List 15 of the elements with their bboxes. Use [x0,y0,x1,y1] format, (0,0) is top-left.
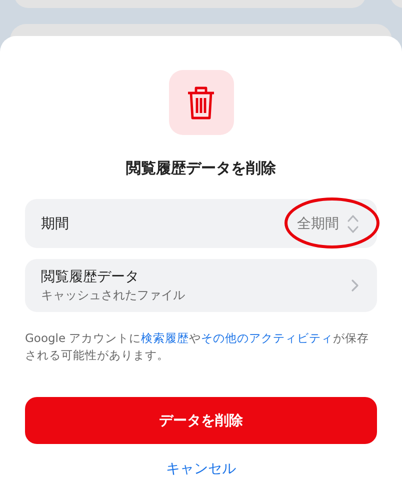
browsing-data-row[interactable]: 閲覧履歴データ キャッシュされたファイル [25,259,377,312]
period-value: 全期間 [297,214,339,232]
trash-icon [168,70,234,135]
up-down-icon [347,214,359,234]
row-title: 閲覧履歴データ [41,268,140,286]
period-label: 期間 [41,214,70,232]
dialog-title: 閲覧履歴データを削除 [126,159,276,178]
info-text: Google アカウントに検索履歴やその他のアクティビティ が保存される可能性があります。 [25,330,370,364]
cancel-button[interactable]: キャンセル [158,456,244,482]
chevron-right-icon [351,279,359,292]
text-link[interactable]: その他のアクティビティ [201,331,334,345]
row-subtitle: キャッシュされたファイル [41,286,185,304]
delete-data-button[interactable]: データを削除 [25,397,377,444]
period-row[interactable]: 期間 全期間 [25,199,377,248]
text-link[interactable]: 検索履歴 [141,331,190,345]
